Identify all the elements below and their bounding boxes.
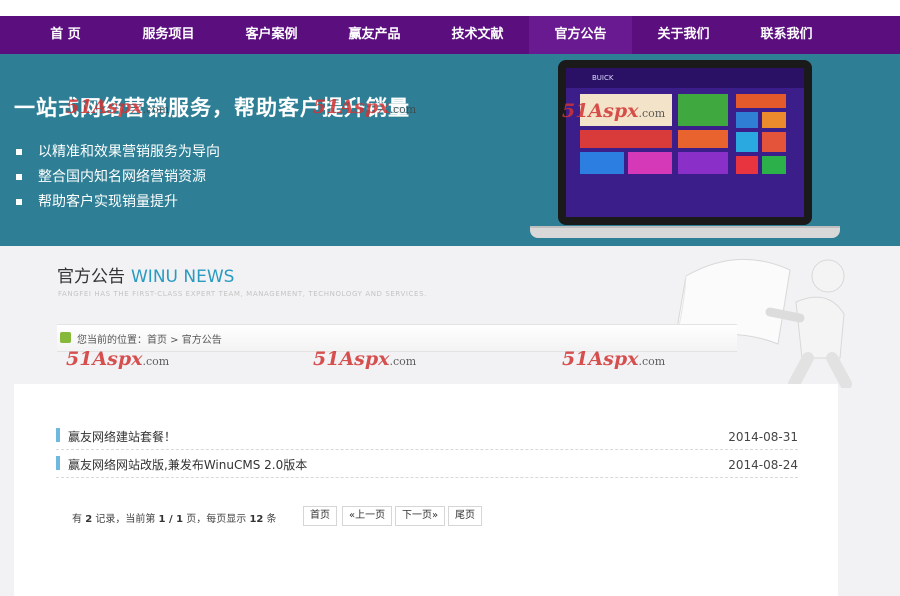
bullet-text: 整合国内知名网络营销资源 <box>38 169 206 185</box>
watermark-logo: 51Aspx.com <box>313 348 417 370</box>
bullet-text: 以精准和效果营销服务为导向 <box>38 144 220 160</box>
nav-item-about[interactable]: 关于我们 <box>632 16 735 54</box>
banner-bullets: 以精准和效果营销服务为导向 整合国内知名网络营销资源 帮助客户实现销量提升 <box>16 140 220 215</box>
laptop-screen-frame: BUICK <box>558 60 812 225</box>
watermark-logo: 51Aspx.com <box>66 348 170 370</box>
screen-tile <box>736 156 758 174</box>
nav-item-docs[interactable]: 技术文献 <box>426 16 529 54</box>
bullet-dot-icon <box>16 199 22 205</box>
location-icon <box>60 332 71 343</box>
first-page-button[interactable]: 首页 <box>303 506 337 526</box>
nav-item-home[interactable]: 首 页 <box>14 16 117 54</box>
bullet-text: 帮助客户实现销量提升 <box>38 194 178 210</box>
bullet-dot-icon <box>16 174 22 180</box>
watermark-logo: 51Aspx.com <box>66 96 170 118</box>
screen-brand: BUICK <box>592 74 614 82</box>
news-list-panel: 赢友网络建站套餐！ 2014-08-31 赢友网络网站改版,兼发布WinuCMS… <box>14 384 838 596</box>
news-row: 赢友网络建站套餐！ 2014-08-31 <box>56 422 798 450</box>
screen-tile <box>736 94 786 108</box>
screen-tile <box>678 94 728 126</box>
screen-tile <box>762 156 786 174</box>
screen-tile <box>580 152 624 174</box>
nav-item-products[interactable]: 赢友产品 <box>323 16 426 54</box>
section-title-en: WINU NEWS <box>131 267 235 287</box>
nav-item-news[interactable]: 官方公告 <box>529 16 632 54</box>
last-page-button[interactable]: 尾页 <box>448 506 482 526</box>
banner-bullet: 以精准和效果营销服务为导向 <box>16 140 220 165</box>
screen-tile <box>628 152 672 174</box>
banner-bullet: 帮助客户实现销量提升 <box>16 190 220 215</box>
next-page-button[interactable]: 下一页» <box>395 506 446 526</box>
nav-item-cases[interactable]: 客户案例 <box>220 16 323 54</box>
breadcrumb-text[interactable]: 您当前的位置：首页 > 官方公告 <box>77 331 222 346</box>
news-date: 2014-08-31 <box>728 430 798 444</box>
nav-item-contact[interactable]: 联系我们 <box>735 16 838 54</box>
laptop-illustration: BUICK <box>530 60 840 240</box>
main-nav: 首 页 服务项目 客户案例 赢友产品 技术文献 官方公告 关于我们 联系我们 <box>0 16 900 54</box>
news-row: 赢友网络网站改版,兼发布WinuCMS 2.0版本 2014-08-24 <box>56 450 798 478</box>
section-subtitle: FANGFEI HAS THE FIRST-CLASS EXPERT TEAM,… <box>58 290 427 298</box>
screen-header: BUICK <box>566 68 804 88</box>
nav-item-services[interactable]: 服务项目 <box>117 16 220 54</box>
watermark-logo: 51Aspx.com <box>562 100 666 122</box>
screen-tile <box>762 132 786 152</box>
screen-tile <box>736 112 758 128</box>
top-strip <box>0 0 900 16</box>
news-title-link[interactable]: 赢友网络网站改版,兼发布WinuCMS 2.0版本 <box>68 456 307 473</box>
pagination-info: 有 2 记录，当前第 1 / 1 页，每页显示 12 条 <box>72 514 277 525</box>
hero-banner: 一站式网络营销服务，帮助客户提升销量 以精准和效果营销服务为导向 整合国内知名网… <box>0 54 900 246</box>
section-title-cn: 官方公告 <box>57 267 125 287</box>
news-date: 2014-08-24 <box>728 458 798 472</box>
list-marker-icon <box>56 428 60 442</box>
bullet-dot-icon <box>16 149 22 155</box>
watermark-logo: 51Aspx.com <box>313 96 417 118</box>
list-marker-icon <box>56 456 60 470</box>
banner-bullet: 整合国内知名网络营销资源 <box>16 165 220 190</box>
screen-tile <box>580 130 672 148</box>
laptop-base <box>530 226 840 238</box>
screen-tile <box>678 152 728 174</box>
screen-tile <box>762 112 786 128</box>
laptop-screen: BUICK <box>566 68 804 217</box>
news-title-link[interactable]: 赢友网络建站套餐！ <box>68 428 176 445</box>
screen-tile <box>678 130 728 148</box>
reading-figure-illustration <box>668 248 888 390</box>
section-title: 官方公告 WINU NEWS <box>57 262 234 287</box>
watermark-logo: 51Aspx.com <box>562 348 666 370</box>
screen-tile <box>736 132 758 152</box>
prev-page-button[interactable]: «上一页 <box>342 506 393 526</box>
